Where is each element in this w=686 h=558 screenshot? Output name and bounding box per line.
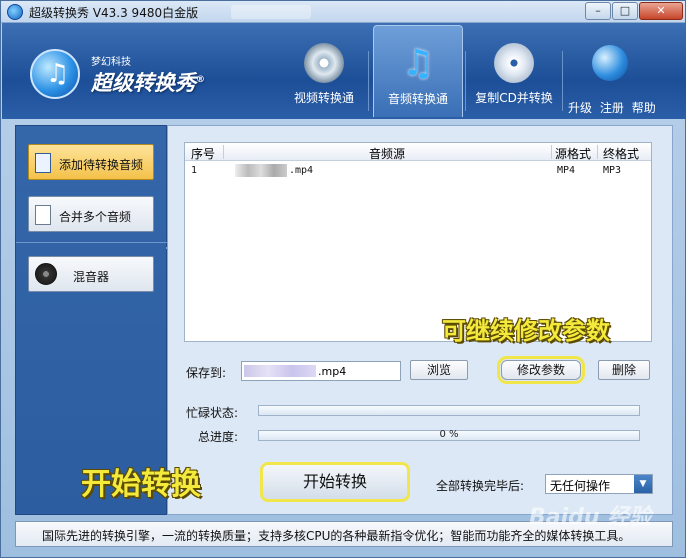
tab-cd-label: 复制CD并转换 xyxy=(475,91,553,105)
title-ghost xyxy=(231,5,311,19)
total-progress-bar: 0 % xyxy=(258,429,640,441)
top-links: 升级 注册 帮助 xyxy=(568,99,660,116)
music-file-icon xyxy=(35,153,51,173)
save-label: 保存到: xyxy=(186,366,227,380)
header: ♫ 梦幻科技 超级转换秀® 视频转换通 ♫ 音频转换通 复制CD并转换 升级 注… xyxy=(2,23,686,119)
column-index[interactable]: 序号 xyxy=(191,145,215,162)
register-link[interactable]: 注册 xyxy=(600,101,624,115)
column-separator xyxy=(223,145,224,159)
browse-button[interactable]: 浏览 xyxy=(410,360,468,380)
after-finish-select[interactable]: 无任何操作 ▼ xyxy=(545,474,653,494)
row-src-format: MP4 xyxy=(557,165,576,176)
table-row[interactable]: 1 .mp4 MP4 MP3 xyxy=(185,163,651,179)
brand-reg: ® xyxy=(196,75,205,85)
title-bar: 超级转换秀 V43.3 9480白金版 – □ ✕ xyxy=(1,1,685,23)
file-list-header: 序号 音频源 源格式 终格式 xyxy=(185,143,651,161)
after-finish-label: 全部转换完毕后: xyxy=(436,479,525,493)
tab-audio[interactable]: ♫ 音频转换通 xyxy=(373,25,463,117)
brand-name: 超级转换秀® xyxy=(91,67,205,97)
app-icon xyxy=(7,4,23,20)
save-path-ext: .mp4 xyxy=(318,365,347,378)
column-separator xyxy=(551,145,552,159)
sidebar: 添加待转换音频 合并多个音频 混音器 xyxy=(15,125,172,515)
speaker-icon xyxy=(35,263,57,285)
save-path-blurred xyxy=(244,365,316,377)
row-dst-format: MP3 xyxy=(603,165,622,176)
start-convert-button[interactable]: 开始转换 xyxy=(260,462,410,502)
sidebar-item-label: 添加待转换音频 xyxy=(59,158,144,172)
film-reel-icon xyxy=(304,43,344,83)
minimize-button[interactable]: – xyxy=(585,2,611,20)
sidebar-item-label: 合并多个音频 xyxy=(59,210,132,224)
row-index: 1 xyxy=(191,165,198,176)
document-icon xyxy=(35,205,51,225)
app-window: 超级转换秀 V43.3 9480白金版 – □ ✕ ♫ 梦幻科技 超级转换秀® … xyxy=(0,0,686,558)
tab-video[interactable]: 视频转换通 xyxy=(285,25,363,117)
annotation-start: 开始转换 xyxy=(81,467,201,502)
column-source[interactable]: 音频源 xyxy=(369,145,405,162)
tab-divider xyxy=(368,51,369,111)
annotation-modify: 可继续修改参数 xyxy=(442,317,610,345)
column-src-format[interactable]: 源格式 xyxy=(555,145,591,162)
brand-small: 梦幻科技 xyxy=(91,57,131,68)
after-finish-value: 无任何操作 xyxy=(550,479,611,493)
watermark: Baidu 经验 xyxy=(529,505,652,530)
sidebar-item-label: 混音器 xyxy=(73,270,110,284)
total-progress-text: 0 % xyxy=(439,429,459,440)
cd-disc-icon xyxy=(494,43,534,83)
total-label: 总进度: xyxy=(198,430,239,444)
sidebar-item-add-audio[interactable]: 添加待转换音频 xyxy=(28,144,154,180)
upgrade-link[interactable]: 升级 xyxy=(568,101,592,115)
tab-video-label: 视频转换通 xyxy=(293,91,354,105)
tab-divider xyxy=(562,51,563,111)
delete-button[interactable]: 删除 xyxy=(598,360,650,380)
logo-globe-icon: ♫ xyxy=(30,49,80,99)
sidebar-item-merge-audio[interactable]: 合并多个音频 xyxy=(28,196,154,232)
close-button[interactable]: ✕ xyxy=(639,2,683,20)
busy-label: 忙碌状态: xyxy=(186,406,239,420)
sidebar-item-mixer[interactable]: 混音器 xyxy=(28,256,154,292)
sidebar-divider xyxy=(16,242,168,243)
modify-params-button[interactable]: 修改参数 xyxy=(497,356,585,384)
help-link[interactable]: 帮助 xyxy=(632,101,656,115)
tab-audio-label: 音频转换通 xyxy=(387,92,448,106)
globe-icon xyxy=(592,45,628,81)
row-source-ext: .mp4 xyxy=(289,165,314,176)
busy-bar xyxy=(258,405,640,416)
tab-cd[interactable]: 复制CD并转换 xyxy=(468,25,560,117)
tab-divider xyxy=(465,51,466,111)
column-dst-format[interactable]: 终格式 xyxy=(603,145,639,162)
chevron-down-icon[interactable]: ▼ xyxy=(634,475,652,493)
save-path-input[interactable]: .mp4 xyxy=(241,361,401,381)
brand-name-text: 超级转换秀 xyxy=(91,71,196,95)
filename-blurred xyxy=(235,164,287,177)
music-note-icon: ♫ xyxy=(401,43,435,84)
maximize-button[interactable]: □ xyxy=(612,2,638,20)
column-separator xyxy=(597,145,598,159)
window-title: 超级转换秀 V43.3 9480白金版 xyxy=(29,6,199,20)
